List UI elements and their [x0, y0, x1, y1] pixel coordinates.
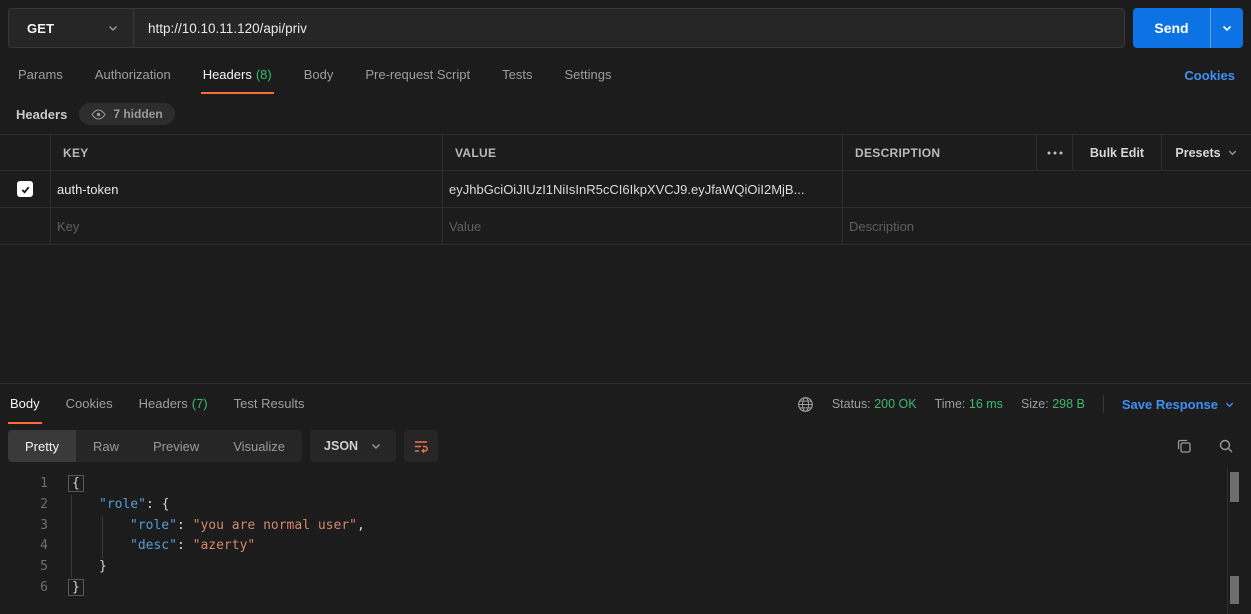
format-dropdown[interactable]: JSON [310, 430, 396, 462]
key-placeholder-field[interactable]: Key [57, 219, 79, 234]
status-value: 200 OK [874, 397, 916, 411]
chevron-down-icon [370, 440, 382, 452]
url-container: GET [8, 8, 1125, 48]
indent-guide [71, 495, 72, 578]
line-number: 1 [0, 474, 48, 495]
headers-count-badge: (8) [256, 67, 272, 82]
send-options-button[interactable] [1210, 8, 1243, 48]
time-value: 16 ms [969, 397, 1003, 411]
chevron-down-icon [107, 22, 119, 34]
line-number: 4 [0, 536, 48, 557]
tab-pre-request-script[interactable]: Pre-request Script [363, 56, 472, 94]
header-row-auth-token: auth-token eyJhbGciOiJIUzI1NiIsInR5cCI6I… [0, 171, 1251, 208]
column-key: KEY [57, 146, 95, 160]
line-number: 2 [0, 495, 48, 516]
header-key-cell[interactable]: auth-token [57, 182, 118, 197]
request-tabs: Params Authorization Headers (8) Body Pr… [0, 56, 1251, 94]
indent-guide [102, 516, 103, 558]
code-line: 5 } [0, 557, 1251, 578]
response-tab-test-results[interactable]: Test Results [232, 384, 307, 424]
copy-icon [1176, 438, 1192, 454]
row-enabled-checkbox[interactable] [17, 181, 33, 197]
eye-icon [91, 109, 106, 120]
headers-table: KEY VALUE DESCRIPTION Bulk Edit Presets … [0, 134, 1251, 245]
response-pane: Body Cookies Headers (7) Test Results St… [0, 383, 1251, 614]
wrap-lines-button[interactable] [404, 430, 438, 462]
code-line: 4 "desc": "azerty" [0, 536, 1251, 557]
request-url-bar: GET Send [0, 0, 1251, 56]
fold-toggle[interactable]: { [68, 475, 84, 492]
wrap-lines-icon [413, 438, 429, 454]
response-view-toolbar: Pretty Raw Preview Visualize JSON [0, 424, 1251, 468]
column-value: VALUE [449, 146, 502, 160]
scrollbar-thumb[interactable] [1230, 576, 1239, 604]
code-line: 6 } [0, 578, 1251, 599]
tab-settings[interactable]: Settings [562, 56, 613, 94]
search-response-button[interactable] [1209, 430, 1243, 462]
headers-section-header: Headers 7 hidden [0, 94, 1251, 134]
line-number: 3 [0, 516, 48, 537]
cookies-link[interactable]: Cookies [1184, 56, 1235, 94]
network-globe-icon[interactable] [797, 396, 814, 413]
time-indicator: Time: 16 ms [935, 397, 1003, 411]
response-body-viewer: 1 { 2 "role": { 3 "role": "you are norma… [0, 468, 1251, 614]
view-mode-segmented-control: Pretty Raw Preview Visualize [8, 430, 302, 462]
view-visualize-button[interactable]: Visualize [216, 430, 302, 462]
chevron-down-icon [1224, 399, 1235, 410]
view-raw-button[interactable]: Raw [76, 430, 136, 462]
status-indicator: Status: 200 OK [832, 397, 917, 411]
response-meta: Status: 200 OK Time: 16 ms Size: 298 B S… [328, 384, 1243, 424]
send-split-button: Send [1133, 8, 1243, 48]
chevron-down-icon [1221, 22, 1233, 34]
tab-headers[interactable]: Headers (8) [201, 56, 274, 94]
size-indicator: Size: 298 B [1021, 397, 1085, 411]
line-number: 5 [0, 557, 48, 578]
hidden-headers-toggle[interactable]: 7 hidden [79, 103, 174, 125]
size-value: 298 B [1052, 397, 1085, 411]
tab-params[interactable]: Params [16, 56, 65, 94]
search-icon [1218, 438, 1234, 454]
value-placeholder-field[interactable]: Value [449, 219, 481, 234]
response-headers-count-badge: (7) [192, 396, 208, 411]
scrollbar-track [1227, 468, 1228, 614]
response-tab-body[interactable]: Body [8, 384, 42, 424]
view-preview-button[interactable]: Preview [136, 430, 216, 462]
tab-authorization[interactable]: Authorization [93, 56, 173, 94]
header-value-cell[interactable]: eyJhbGciOiJIUzI1NiIsInR5cCI6IkpXVCJ9.eyJ… [449, 182, 804, 197]
view-pretty-button[interactable]: Pretty [8, 430, 76, 462]
response-tabs: Body Cookies Headers (7) Test Results St… [0, 384, 1251, 424]
copy-response-button[interactable] [1167, 430, 1201, 462]
description-placeholder-field[interactable]: Description [849, 219, 914, 234]
code-line: 3 "role": "you are normal user", [0, 516, 1251, 537]
line-number: 6 [0, 578, 48, 599]
chevron-down-icon [1227, 147, 1238, 158]
hidden-headers-label: 7 hidden [113, 107, 162, 121]
send-button[interactable]: Send [1133, 8, 1210, 48]
code-line: 2 "role": { [0, 495, 1251, 516]
more-options-button[interactable] [1037, 135, 1073, 170]
response-tab-cookies[interactable]: Cookies [64, 384, 115, 424]
method-label: GET [27, 21, 54, 36]
tab-body[interactable]: Body [302, 56, 336, 94]
code-line: 1 { [0, 474, 1251, 495]
more-options-icon [1047, 151, 1063, 155]
save-response-dropdown[interactable]: Save Response [1122, 397, 1235, 412]
check-icon [20, 184, 31, 195]
column-description: DESCRIPTION [849, 146, 946, 160]
header-row-empty: Key Value Description [0, 208, 1251, 245]
bulk-edit-button[interactable]: Bulk Edit [1073, 135, 1162, 170]
headers-table-header: KEY VALUE DESCRIPTION Bulk Edit Presets [0, 135, 1251, 171]
presets-dropdown[interactable]: Presets [1162, 135, 1251, 170]
url-input[interactable] [134, 9, 1124, 47]
scrollbar-thumb[interactable] [1230, 472, 1239, 502]
tab-tests[interactable]: Tests [500, 56, 534, 94]
method-select[interactable]: GET [9, 9, 134, 47]
headers-section-title: Headers [16, 107, 67, 122]
response-tab-headers[interactable]: Headers (7) [137, 384, 210, 424]
fold-toggle[interactable]: } [68, 579, 84, 596]
